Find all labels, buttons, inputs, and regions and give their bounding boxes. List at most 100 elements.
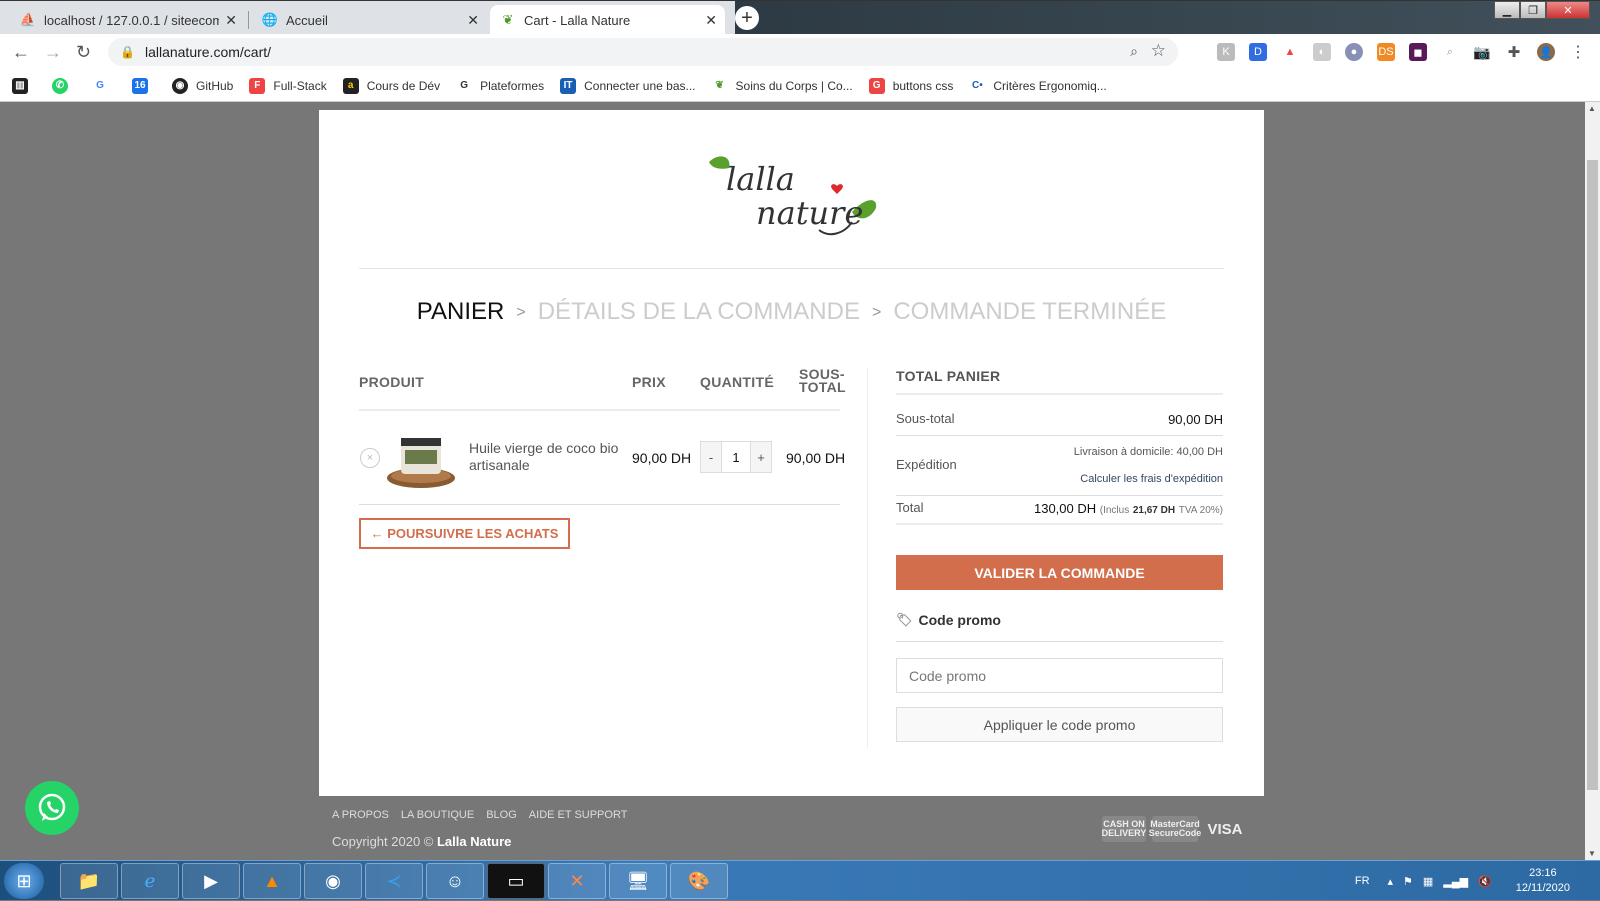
bookmark-label: Soins du Corps | Co... <box>735 78 853 93</box>
language-indicator[interactable]: FR <box>1355 875 1370 887</box>
bookmark-google[interactable]: G <box>92 77 116 94</box>
tab-separator <box>248 11 249 29</box>
vscode-taskbar-icon[interactable]: ≺ <box>365 863 423 899</box>
footer-link-aide[interactable]: AIDE ET SUPPORT <box>529 809 628 821</box>
product-subtotal: 90,00 DH <box>786 450 846 466</box>
reload-icon[interactable]: ↻ <box>76 42 91 63</box>
extension-icon[interactable]: DS <box>1377 43 1395 61</box>
bookmark-criteres[interactable]: C• Critères Ergonomiq... <box>969 77 1107 94</box>
bookmark-label: buttons css <box>892 78 954 93</box>
lock-icon[interactable]: 🔒 <box>120 45 135 59</box>
github-icon: ◉ <box>172 77 188 94</box>
ie-taskbar-icon[interactable]: ℯ <box>121 863 179 899</box>
monitor-taskbar-icon[interactable]: 🖥 <box>609 863 667 899</box>
extension-icon[interactable]: ▲ <box>1281 43 1299 61</box>
magnifier-extension-icon[interactable]: ⌕ <box>1441 43 1459 61</box>
extension-icon[interactable]: K <box>1217 43 1235 61</box>
calculate-shipping-link[interactable]: Calculer les frais d'expédition <box>1080 473 1223 485</box>
media-player-taskbar-icon[interactable]: ▶ <box>182 863 240 899</box>
chevron-right-icon: > <box>516 304 526 321</box>
tab-accueil[interactable]: 🌐 Accueil ✕ <box>252 5 487 35</box>
address-bar[interactable]: 🔒 lallanature.com/cart/ ⌕ ☆ <box>108 38 1178 66</box>
back-arrow-icon[interactable]: ← <box>12 42 30 63</box>
extension-icon[interactable]: D <box>1249 43 1267 61</box>
volume-muted-icon[interactable]: 🔇 <box>1478 875 1492 888</box>
continue-shopping-button[interactable]: ← POURSUIVRE LES ACHATS <box>359 518 570 549</box>
tab-title: Cart - Lalla Nature <box>524 12 631 28</box>
bookmark-trello[interactable]: ▥ <box>12 77 36 94</box>
maximize-icon[interactable]: ❐ <box>1520 1 1546 19</box>
close-tab-icon[interactable]: ✕ <box>467 12 479 29</box>
forward-arrow-icon[interactable]: → <box>44 42 62 63</box>
clock[interactable]: 23:16 12/11/2020 <box>1516 866 1570 896</box>
scrollbar[interactable]: ▲ ▼ <box>1585 102 1600 860</box>
bookmark-buttons-css[interactable]: Gbuttons css <box>868 77 954 94</box>
profile-avatar[interactable]: 👤 <box>1537 43 1555 61</box>
chrome-taskbar-icon[interactable]: ◉ <box>304 863 362 899</box>
step-cart[interactable]: PANIER <box>417 298 505 325</box>
bookmark-connecter-base[interactable]: IT Connecter une bas... <box>560 77 696 94</box>
product-thumbnail[interactable] <box>387 432 455 490</box>
footer-link-blog[interactable]: BLOG <box>486 809 517 821</box>
total-value-row: 130,00 DH (Inclus 21,67 DH TVA 20%) <box>1034 501 1223 516</box>
vlc-taskbar-icon[interactable]: ▲ <box>243 863 301 899</box>
promo-divider <box>896 641 1223 642</box>
extension-icon[interactable]: ◐ <box>1313 43 1331 61</box>
apply-promo-button[interactable]: Appliquer le code promo <box>896 707 1223 742</box>
whatsapp-chat-button[interactable] <box>25 781 79 835</box>
quantity-increase-button[interactable]: + <box>751 442 771 472</box>
step-details[interactable]: DÉTAILS DE LA COMMANDE <box>538 298 860 325</box>
step-done[interactable]: COMMANDE TERMINÉE <box>893 298 1166 325</box>
remove-item-button[interactable]: × <box>360 448 380 468</box>
discord-taskbar-icon[interactable]: ☺ <box>426 863 484 899</box>
checkout-button[interactable]: VALIDER LA COMMANDE <box>896 555 1223 590</box>
bookmark-label: Connecter une bas... <box>584 78 696 93</box>
extension-icon[interactable]: ◼ <box>1409 43 1427 61</box>
tray-expand-icon[interactable]: ▴ <box>1388 875 1394 888</box>
quantity-stepper[interactable]: - 1 + <box>700 441 772 473</box>
flag-icon[interactable]: ⚑ <box>1403 875 1413 888</box>
network-icon[interactable]: ▦ <box>1423 875 1433 888</box>
zoom-icon[interactable]: ⌕ <box>1130 43 1138 60</box>
close-tab-icon[interactable]: ✕ <box>705 12 717 29</box>
close-window-icon[interactable]: ✕ <box>1546 1 1590 19</box>
title-bar-background <box>735 1 1600 35</box>
paint-taskbar-icon[interactable]: 🎨 <box>670 863 728 899</box>
product-name-link[interactable]: Huile vierge de coco bio artisanale <box>469 440 619 474</box>
tab-cart[interactable]: ❦ Cart - Lalla Nature ✕ <box>490 5 725 35</box>
terminal-taskbar-icon[interactable]: ▭ <box>487 863 545 899</box>
bookmark-calendar[interactable]: 16 <box>132 77 156 94</box>
url-text[interactable]: lallanature.com/cart/ <box>145 44 271 60</box>
menu-kebab-icon[interactable]: ⋮ <box>1569 43 1587 61</box>
bookmark-star-icon[interactable]: ☆ <box>1151 41 1166 61</box>
scrollbar-thumb[interactable] <box>1587 160 1598 790</box>
scroll-up-icon[interactable]: ▲ <box>1588 104 1596 113</box>
xampp-taskbar-icon[interactable]: ✕ <box>548 863 606 899</box>
extension-icon[interactable]: ● <box>1345 43 1363 61</box>
footer-link-boutique[interactable]: LA BOUTIQUE <box>401 809 474 821</box>
promo-code-input[interactable]: Code promo <box>896 658 1223 693</box>
tab-phpmyadmin[interactable]: ⛵ localhost / 127.0.0.1 / siteecomm ✕ <box>10 5 245 35</box>
new-tab-button[interactable]: + <box>735 6 759 30</box>
lalla-nature-logo[interactable]: lalla nature <box>704 150 879 240</box>
signal-icon[interactable]: ▂▄▆ <box>1443 875 1468 888</box>
bookmark-soins-corps[interactable]: ❦ Soins du Corps | Co... <box>711 77 853 94</box>
puzzle-extensions-icon[interactable]: ✚ <box>1505 43 1523 61</box>
close-tab-icon[interactable]: ✕ <box>225 12 237 29</box>
explorer-taskbar-icon[interactable]: 📁 <box>60 863 118 899</box>
bookmark-whatsapp[interactable]: ✆ <box>52 77 76 94</box>
shipping-method[interactable]: Livraison à domicile: 40,00 DH <box>1074 446 1223 458</box>
bookmark-fullstack[interactable]: F Full-Stack <box>249 77 327 94</box>
clock-date: 12/11/2020 <box>1515 882 1570 894</box>
quantity-input[interactable]: 1 <box>721 442 751 472</box>
quantity-decrease-button[interactable]: - <box>701 442 721 472</box>
bookmark-plateformes[interactable]: G Plateformes <box>456 77 544 94</box>
shipping-label: Expédition <box>896 457 957 472</box>
minimize-icon[interactable]: ▁ <box>1494 1 1520 19</box>
bookmark-cours-dev[interactable]: a Cours de Dév <box>342 77 440 94</box>
camera-icon[interactable]: 📷 <box>1473 43 1491 61</box>
bookmark-github[interactable]: ◉ GitHub <box>172 77 233 94</box>
start-button[interactable]: ⊞ <box>4 863 44 899</box>
scroll-down-icon[interactable]: ▼ <box>1588 849 1596 858</box>
footer-link-apropos[interactable]: A PROPOS <box>332 809 389 821</box>
